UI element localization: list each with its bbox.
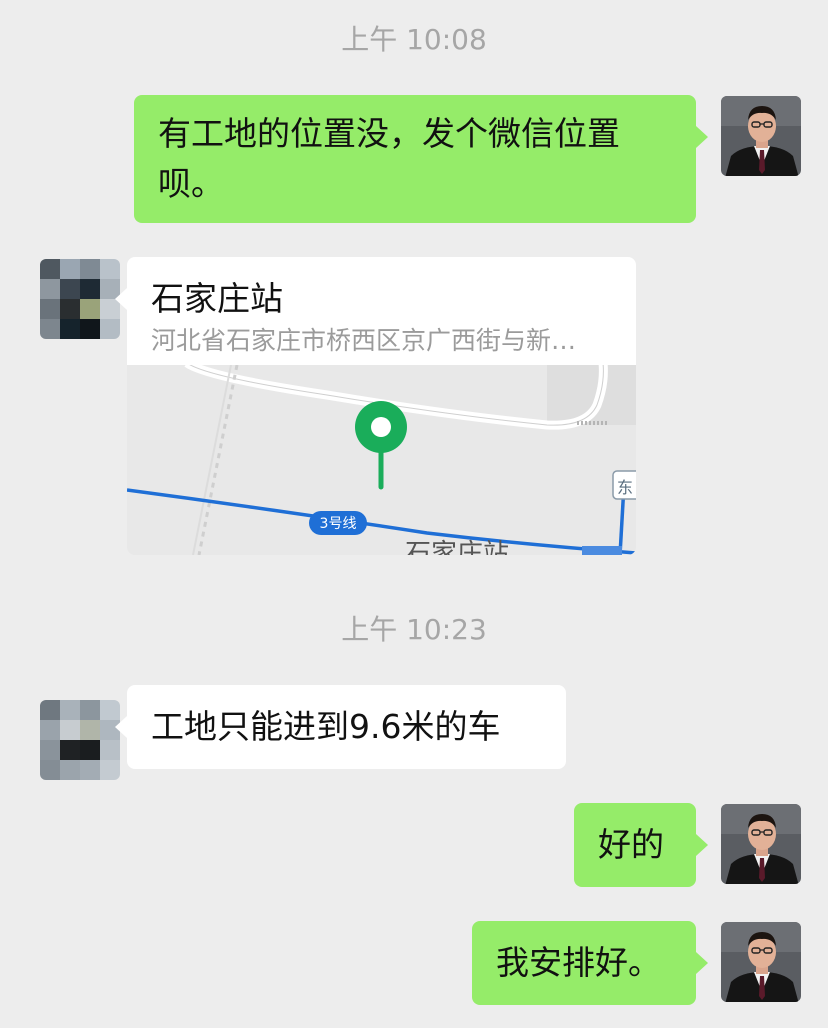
timestamp: 上午 10:08 <box>341 23 487 56</box>
message-bubble-other[interactable]: 工地只能进到9.6米的车 <box>127 685 566 769</box>
location-address: 河北省石家庄市桥西区京广西街与新… <box>151 326 577 355</box>
message-text: 我安排好。 <box>496 943 661 982</box>
message-text-line: 呗。 <box>158 164 224 203</box>
message-bubble-self[interactable]: 我安排好。 <box>472 921 696 1005</box>
timestamp: 上午 10:23 <box>341 613 487 646</box>
bubble-tail <box>115 288 127 310</box>
message-text: 好的 <box>598 825 664 864</box>
metro-line-label: 3号线 <box>320 516 357 532</box>
self-avatar[interactable] <box>721 804 801 884</box>
location-title: 石家庄站 <box>151 279 283 318</box>
message-text-line: 有工地的位置没，发个微信位置 <box>158 114 620 153</box>
bubble-tail <box>696 834 708 856</box>
other-avatar[interactable] <box>40 700 120 780</box>
man-in-suit-avatar-icon <box>721 804 801 884</box>
bubble-tail <box>696 952 708 974</box>
map-station-label: 石家庄站 <box>405 539 509 555</box>
location-map[interactable]: 3号线 东 石家庄站 <box>127 365 636 555</box>
man-in-suit-avatar-icon <box>721 922 801 1002</box>
metro-station-block <box>582 546 622 555</box>
map-tag-label: 东 <box>617 478 633 497</box>
message-bubble-self[interactable]: 好的 <box>574 803 696 887</box>
message-text: 工地只能进到9.6米的车 <box>151 707 501 746</box>
bubble-tail <box>115 716 127 738</box>
man-in-suit-avatar-icon <box>721 96 801 176</box>
self-avatar[interactable] <box>721 922 801 1002</box>
self-avatar[interactable] <box>721 96 801 176</box>
location-card[interactable]: 石家庄站 河北省石家庄市桥西区京广西街与新… 3号线 东 石家庄站 <box>127 257 636 555</box>
pixelated-avatar-icon <box>40 259 120 339</box>
pixelated-avatar-icon <box>40 700 120 780</box>
other-avatar[interactable] <box>40 259 120 339</box>
message-bubble-self[interactable]: 有工地的位置没，发个微信位置 呗。 <box>134 95 696 223</box>
bubble-tail <box>696 126 708 148</box>
